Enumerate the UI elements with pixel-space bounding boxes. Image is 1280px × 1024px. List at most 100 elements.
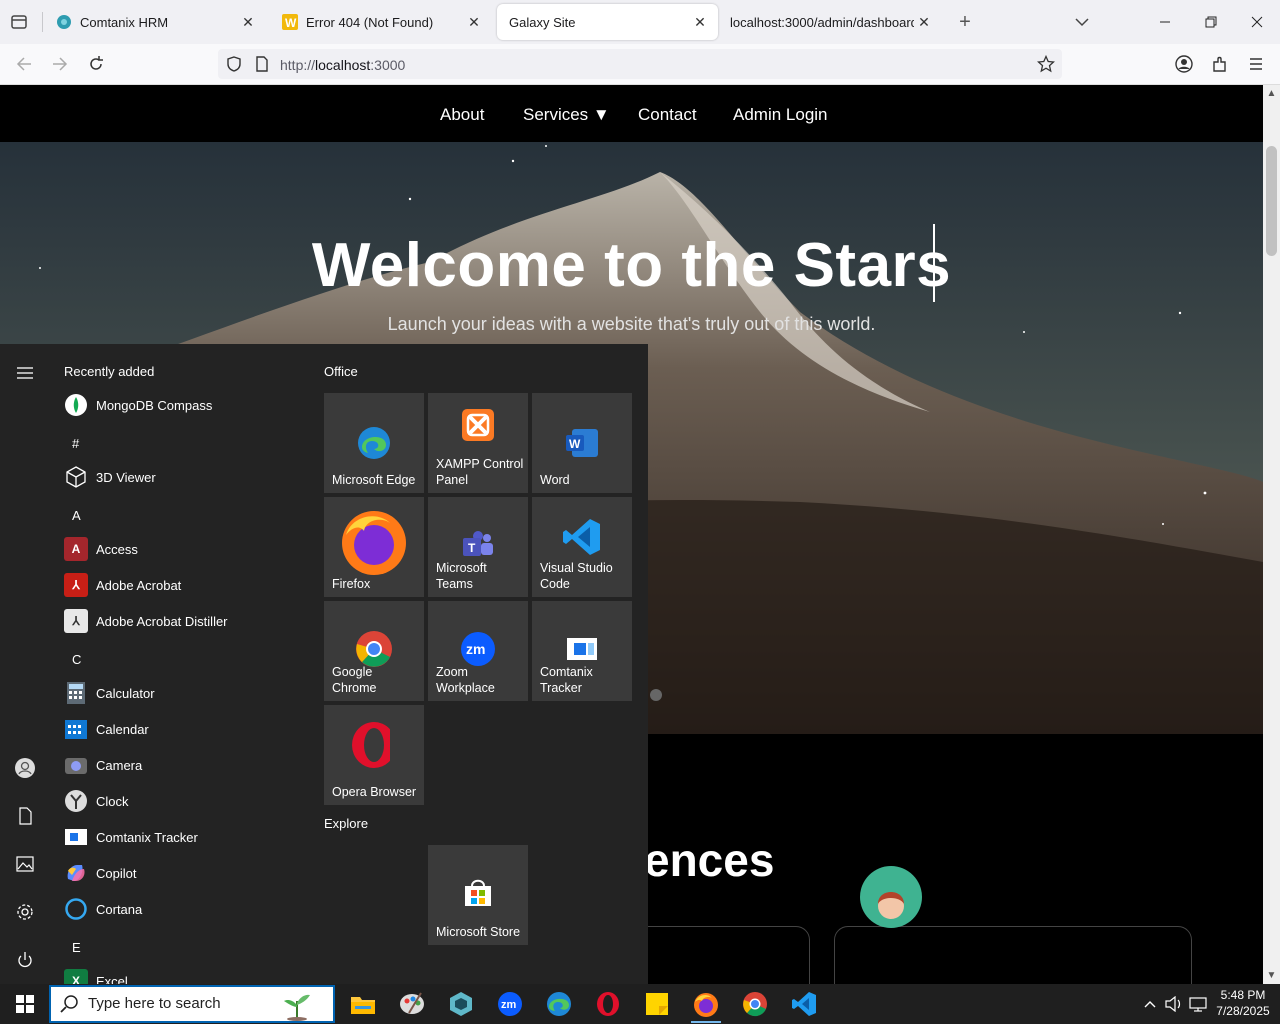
firefox-view-icon[interactable] [8,12,30,32]
chrome-icon[interactable] [740,989,770,1019]
power-icon[interactable] [14,949,36,971]
taskbar-clock[interactable]: 5:48 PM 7/28/2025 [1214,987,1272,1019]
tile-opera[interactable]: Opera Browser [324,705,424,805]
site-nav: About Services ▼ Contact Admin Login [0,85,1263,142]
hamburger-icon[interactable] [14,362,36,384]
app-mongodb-compass[interactable]: MongoDB Compass [64,390,212,420]
tab-error-404[interactable]: W Error 404 (Not Found) ✕ [270,4,492,40]
network-icon[interactable] [1186,989,1210,1019]
app-cortana[interactable]: Cortana [64,894,142,924]
app-label: Comtanix Tracker [96,829,198,845]
opera-icon[interactable] [593,989,623,1019]
close-icon[interactable]: ✕ [464,12,484,32]
tile-label: Firefox [332,577,371,591]
calendar-icon [64,717,88,741]
user-icon[interactable] [14,757,36,779]
nav-about[interactable]: About [440,105,484,125]
app-camera[interactable]: Camera [64,750,142,780]
tab-galaxy-site[interactable]: Galaxy Site ✕ [497,4,718,40]
extensions-icon[interactable] [1209,53,1231,75]
store-icon [458,873,498,913]
tile-microsoft-store[interactable]: Microsoft Store [428,845,528,945]
nav-admin-login[interactable]: Admin Login [733,105,828,125]
clock-icon [64,789,88,813]
app-3d-viewer[interactable]: 3D Viewer [64,462,156,492]
app-label: 3D Viewer [96,469,156,485]
restore-icon[interactable] [1196,8,1226,36]
scroll-down-icon[interactable]: ▼ [1263,967,1280,984]
shield-icon[interactable] [223,53,245,75]
tile-word[interactable]: W Word [532,393,632,493]
search-placeholder[interactable]: Type here to search [88,995,221,1012]
zoom-icon[interactable]: zm [495,989,525,1019]
vscode-icon[interactable] [789,989,819,1019]
app-calculator[interactable]: Calculator [64,678,155,708]
tile-microsoft-teams[interactable]: T Microsoft Teams [428,497,528,597]
chevron-up-icon[interactable] [1138,989,1162,1019]
close-window-icon[interactable] [1242,8,1272,36]
tile-vscode[interactable]: Visual Studio Code [532,497,632,597]
scroll-up-icon[interactable]: ▲ [1263,85,1280,102]
tile-google-chrome[interactable]: Google Chrome [324,601,424,701]
volume-icon[interactable] [1162,989,1186,1019]
scrollbar-thumb[interactable] [1266,146,1277,256]
settings-icon[interactable] [14,901,36,923]
letter-header[interactable]: E [72,940,81,955]
app-clock[interactable]: Clock [64,786,129,816]
new-tab-icon[interactable]: + [954,12,976,34]
app-icon[interactable] [446,989,476,1019]
sticky-notes-icon[interactable] [642,989,672,1019]
app-excel[interactable]: X Excel [64,966,128,984]
nav-services[interactable]: Services ▼ [523,105,610,125]
reload-icon[interactable] [85,53,107,75]
edge-icon[interactable] [544,989,574,1019]
app-copilot[interactable]: Copilot [64,858,136,888]
app-calendar[interactable]: Calendar [64,714,149,744]
carousel-dot[interactable] [650,689,662,701]
close-icon[interactable]: ✕ [690,12,710,32]
account-icon[interactable] [1173,53,1195,75]
back-icon[interactable] [13,53,35,75]
documents-icon[interactable] [14,805,36,827]
letter-header[interactable]: C [72,652,81,667]
tile-firefox[interactable]: Firefox [324,497,424,597]
hero-title: Welcome to the Stars [311,231,952,300]
letter-header[interactable]: # [72,436,79,451]
close-icon[interactable]: ✕ [914,12,934,32]
firefox-icon[interactable] [691,989,721,1019]
tab-comtanix-hrm[interactable]: Comtanix HRM ✕ [44,4,266,40]
svg-text:zm: zm [501,999,517,1011]
tile-label: Microsoft Teams [436,561,487,591]
url-text[interactable]: http://localhost:3000 [280,57,405,73]
edge-icon [354,423,394,463]
tab-admin-dashboard[interactable]: localhost:3000/admin/dashboard ✕ [718,4,942,40]
tile-comtanix-tracker[interactable]: Comtanix Tracker [532,601,632,701]
app-adobe-acrobat[interactable]: ⅄ Adobe Acrobat [64,570,181,600]
page-icon[interactable] [251,53,273,75]
app-label: Camera [96,757,143,773]
close-icon[interactable]: ✕ [238,12,258,32]
chevron-down-icon[interactable] [1072,12,1092,32]
star-icon[interactable] [1035,53,1057,75]
avatar [860,866,922,928]
svg-text:W: W [285,16,297,30]
app-label: Adobe Acrobat [96,577,182,593]
windows-start-icon[interactable] [10,989,40,1019]
minimize-icon[interactable] [1150,8,1180,36]
menu-icon[interactable] [1245,53,1267,75]
cube-icon [64,465,88,489]
chrome-icon [354,629,394,669]
firefox-icon [336,503,412,579]
letter-header[interactable]: A [72,508,81,523]
pictures-icon[interactable] [14,853,36,875]
app-comtanix-tracker[interactable]: Comtanix Tracker [64,822,198,852]
app-adobe-acrobat-distiller[interactable]: ⅄ Adobe Acrobat Distiller [64,606,228,636]
paint-icon[interactable] [397,989,427,1019]
nav-contact[interactable]: Contact [638,105,697,125]
tile-zoom[interactable]: zm Zoom Workplace [428,601,528,701]
forward-icon[interactable] [49,53,71,75]
tile-microsoft-edge[interactable]: Microsoft Edge [324,393,424,493]
tile-xampp[interactable]: XAMPP Control Panel [428,393,528,493]
app-access[interactable]: A Access [64,534,138,564]
file-explorer-icon[interactable] [348,989,378,1019]
